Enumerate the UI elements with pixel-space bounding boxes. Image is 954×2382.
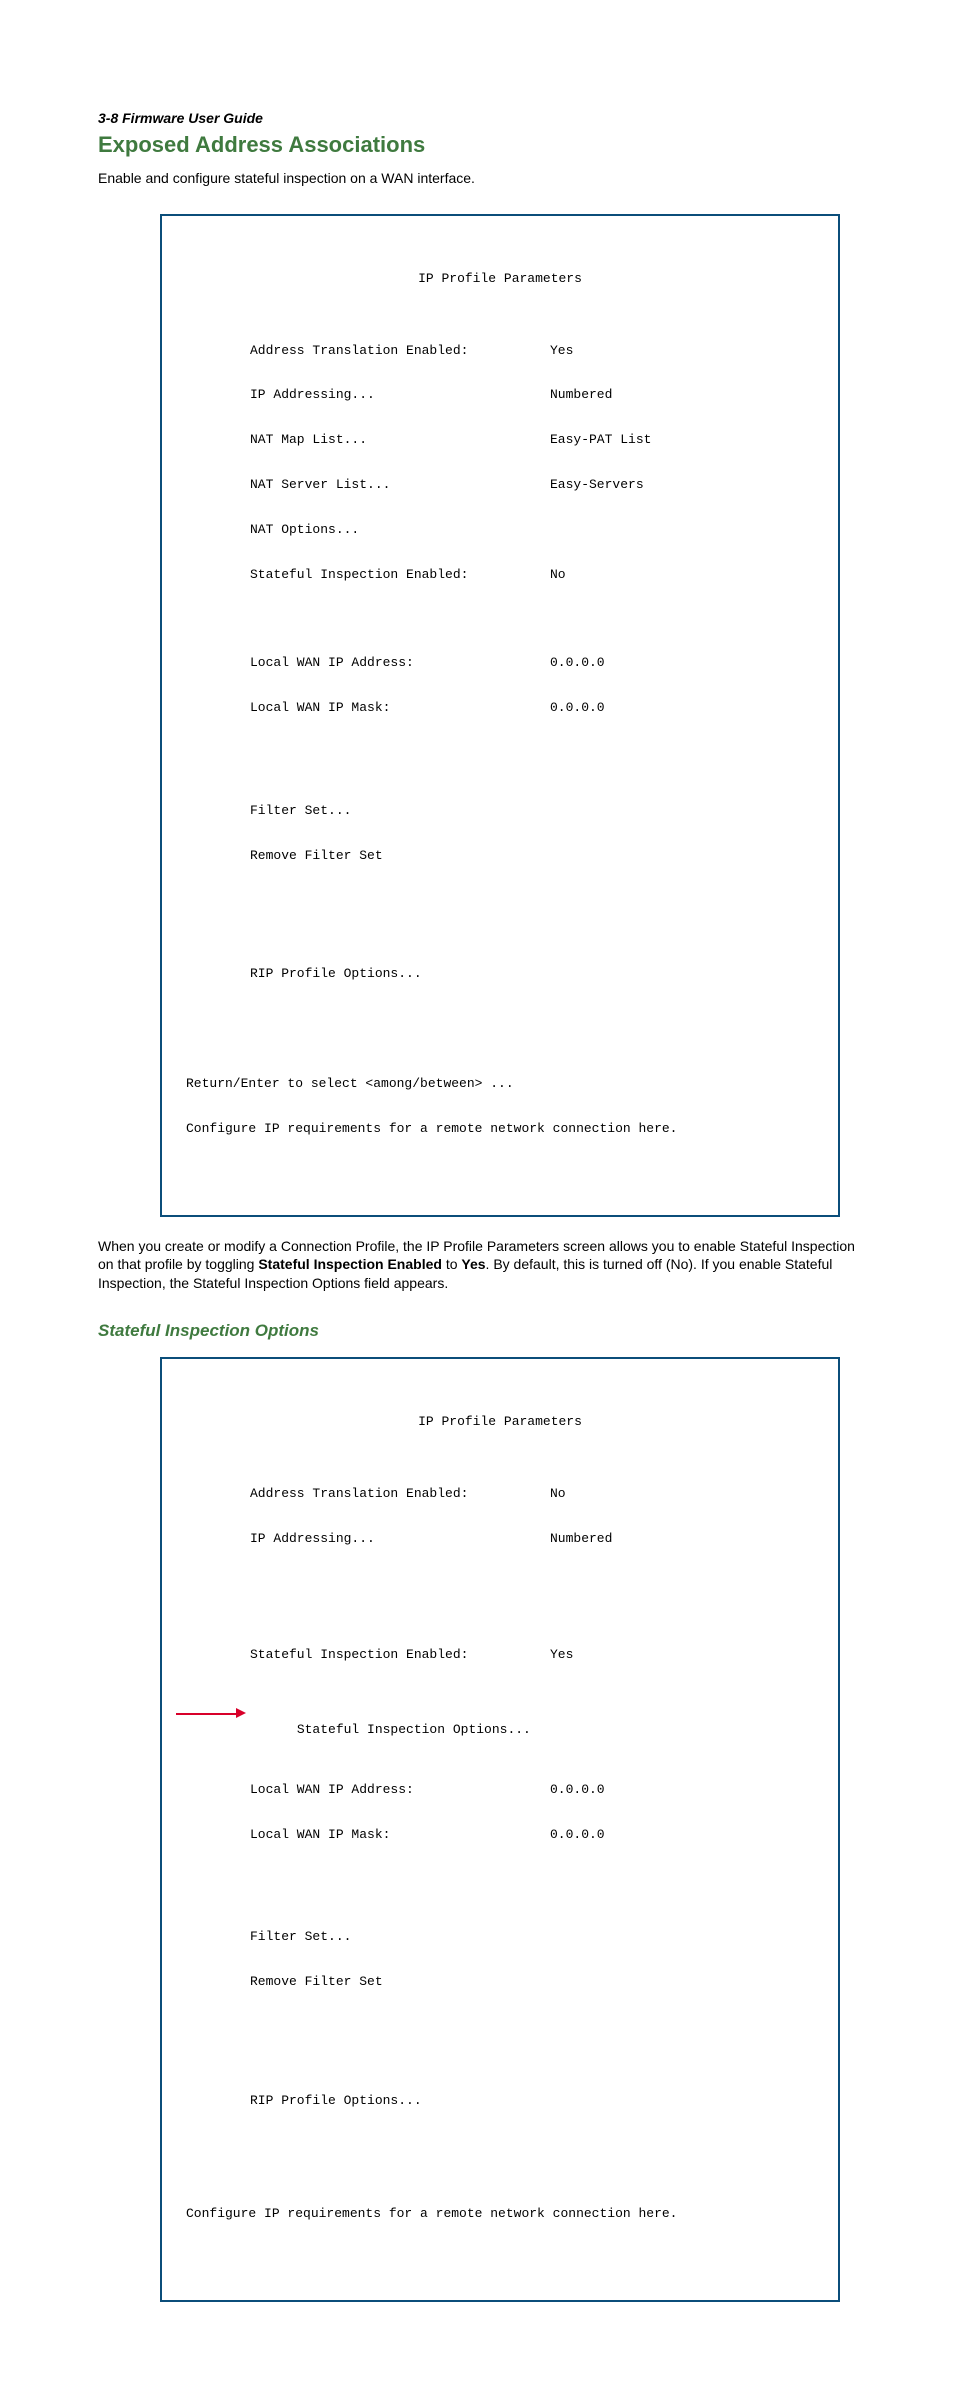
ip-profile-parameters-box-2: IP Profile Parameters Address Translatio… bbox=[160, 1357, 840, 2302]
filter-label: Filter Set... bbox=[180, 804, 550, 819]
explanation-paragraph: When you create or modify a Connection P… bbox=[98, 1237, 864, 1294]
sie2-value: Yes bbox=[550, 1648, 573, 1663]
para-bold-2: Yes bbox=[461, 1256, 485, 1272]
ate-value: Yes bbox=[550, 344, 573, 359]
ip-profile-parameters-box-1: IP Profile Parameters Address Translatio… bbox=[160, 214, 840, 1217]
box1-title: IP Profile Parameters bbox=[180, 272, 820, 287]
para-bold-1: Stateful Inspection Enabled bbox=[258, 1256, 442, 1272]
document-page: 3-8 Firmware User Guide Exposed Address … bbox=[0, 0, 954, 2382]
page-title: Exposed Address Associations bbox=[98, 132, 864, 158]
lwmask2-value: 0.0.0.0 bbox=[550, 1828, 605, 1843]
box1-footer-1: Return/Enter to select <among/between> .… bbox=[186, 1077, 820, 1092]
natsrv-label: NAT Server List... bbox=[180, 478, 550, 493]
natmap-label: NAT Map List... bbox=[180, 433, 550, 448]
callout-arrow-icon bbox=[176, 1708, 256, 1720]
lwmask-label: Local WAN IP Mask: bbox=[180, 701, 550, 716]
ipaddr-value: Numbered bbox=[550, 388, 612, 403]
lwmask2-label: Local WAN IP Mask: bbox=[180, 1828, 550, 1843]
ipaddr2-value: Numbered bbox=[550, 1532, 612, 1547]
lwip2-value: 0.0.0.0 bbox=[550, 1783, 605, 1798]
sie-value: No bbox=[550, 568, 566, 583]
rmfilter2-label: Remove Filter Set bbox=[180, 1975, 550, 1990]
subsection-heading: Stateful Inspection Options bbox=[98, 1321, 864, 1341]
ate-label: Address Translation Enabled: bbox=[180, 344, 550, 359]
natmap-value: Easy-PAT List bbox=[550, 433, 651, 448]
natopt-label: NAT Options... bbox=[180, 523, 550, 538]
ipaddr-label: IP Addressing... bbox=[180, 388, 550, 403]
filter2-label: Filter Set... bbox=[180, 1930, 550, 1945]
box1-footer-2: Configure IP requirements for a remote n… bbox=[186, 1122, 820, 1137]
sie-label: Stateful Inspection Enabled: bbox=[180, 568, 550, 583]
sio-label: Stateful Inspection Options... bbox=[227, 1723, 597, 1738]
box2-title: IP Profile Parameters bbox=[180, 1415, 820, 1430]
lwip-label: Local WAN IP Address: bbox=[180, 656, 550, 671]
natsrv-value: Easy-Servers bbox=[550, 478, 644, 493]
lwmask-value: 0.0.0.0 bbox=[550, 701, 605, 716]
guide-title: Firmware User Guide bbox=[118, 110, 263, 126]
ate2-value: No bbox=[550, 1487, 566, 1502]
lwip2-label: Local WAN IP Address: bbox=[180, 1783, 550, 1798]
para-mid: to bbox=[442, 1256, 461, 1272]
lwip-value: 0.0.0.0 bbox=[550, 656, 605, 671]
rip-label: RIP Profile Options... bbox=[180, 967, 550, 982]
ipaddr2-label: IP Addressing... bbox=[180, 1532, 550, 1547]
section-number: 3-8 bbox=[98, 110, 118, 126]
rmfilter-label: Remove Filter Set bbox=[180, 849, 550, 864]
ate2-label: Address Translation Enabled: bbox=[180, 1487, 550, 1502]
sie2-label: Stateful Inspection Enabled: bbox=[180, 1648, 550, 1663]
box2-footer: Configure IP requirements for a remote n… bbox=[186, 2207, 820, 2222]
rip2-label: RIP Profile Options... bbox=[180, 2094, 550, 2109]
page-header: 3-8 Firmware User Guide bbox=[98, 110, 864, 126]
intro-text: Enable and configure stateful inspection… bbox=[98, 170, 864, 186]
